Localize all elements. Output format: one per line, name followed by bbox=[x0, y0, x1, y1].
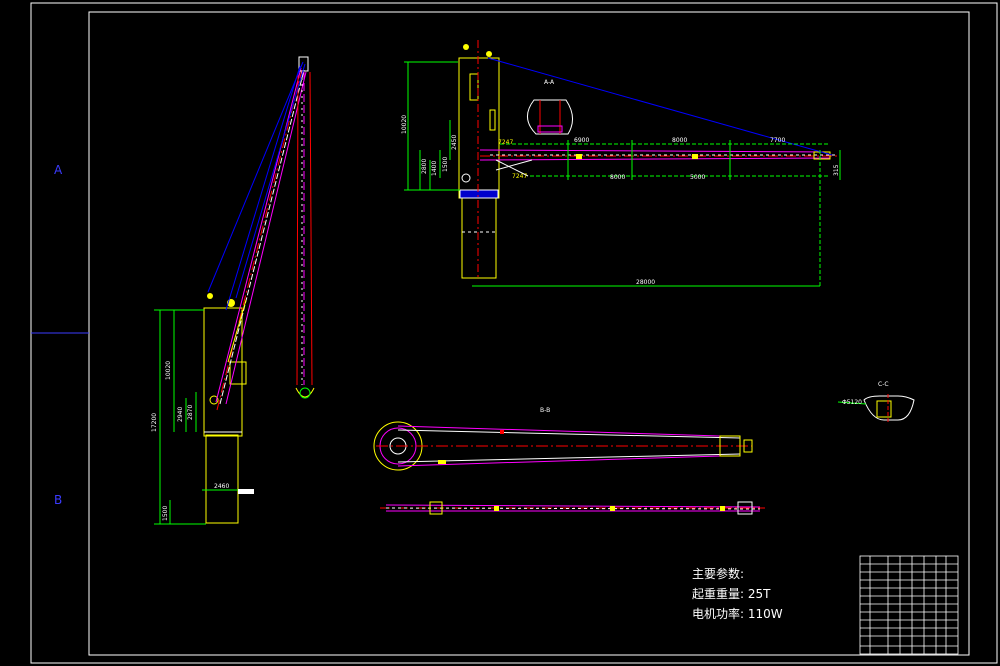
dim-top-seg3: 7700 bbox=[770, 137, 785, 144]
side-house bbox=[203, 307, 243, 437]
dim-side-width: 2460 bbox=[214, 483, 229, 490]
side-ropes bbox=[207, 61, 306, 311]
side-dimensions bbox=[154, 309, 242, 525]
dim-top-height: 10020 bbox=[401, 115, 408, 134]
dim-top-end: 315 bbox=[833, 164, 840, 176]
section-label-c: C-C bbox=[878, 381, 889, 388]
dim-side-d1: 2940 bbox=[177, 407, 184, 422]
boom-plan bbox=[373, 421, 753, 471]
dim-side-height-upper: 10020 bbox=[165, 361, 172, 380]
dim-top-d2: 1400 bbox=[431, 161, 438, 176]
dim-top-d1: 2800 bbox=[421, 159, 428, 174]
dim-top-seg2: 8000 bbox=[672, 137, 687, 144]
dim-angle-1: 7247 bbox=[498, 139, 513, 146]
side-pedestal bbox=[205, 434, 239, 524]
cad-drawing: A B 17200 10020 2940 2870 1500 2460 1002… bbox=[30, 2, 998, 664]
side-note-box bbox=[238, 489, 254, 494]
dim-top-seg5: 5000 bbox=[690, 174, 705, 181]
section-label-top: A-A bbox=[544, 79, 555, 86]
top-hook-detail bbox=[527, 99, 573, 135]
side-stowed-boom bbox=[295, 71, 315, 399]
dim-top-total: 28000 bbox=[636, 279, 655, 286]
top-boom bbox=[479, 149, 840, 177]
spec-title: 主要参数: bbox=[692, 566, 744, 581]
spec-line-1: 起重重量: 25T bbox=[692, 587, 771, 601]
dim-side-d2: 2870 bbox=[187, 405, 194, 420]
dim-pipe-dia: Φ5120 bbox=[842, 399, 862, 406]
boom-side-strip bbox=[380, 501, 765, 515]
top-view: 10020 2800 1400 1500 2450 6900 8000 7700… bbox=[401, 40, 841, 288]
dim-side-height-total: 17200 bbox=[151, 413, 158, 432]
dim-top-seg4: 8000 bbox=[610, 174, 625, 181]
zone-label-b: B bbox=[54, 493, 62, 507]
top-house bbox=[458, 57, 500, 199]
dim-side-base: 1500 bbox=[162, 506, 169, 521]
section-label-boom: B-B bbox=[540, 407, 550, 414]
zone-label-a: A bbox=[54, 163, 63, 177]
dim-top-seg1: 6900 bbox=[574, 137, 589, 144]
dim-angle-2: 7247 bbox=[512, 173, 527, 180]
spec-line-2: 电机功率: 110W bbox=[692, 606, 783, 621]
drawing-frame bbox=[30, 2, 998, 664]
side-luffed-boom bbox=[215, 56, 309, 411]
title-block bbox=[859, 555, 959, 655]
side-elevation: 17200 10020 2940 2870 1500 2460 bbox=[151, 56, 315, 525]
dim-top-d3: 1500 bbox=[442, 157, 449, 172]
dim-top-d4: 2450 bbox=[451, 135, 458, 150]
